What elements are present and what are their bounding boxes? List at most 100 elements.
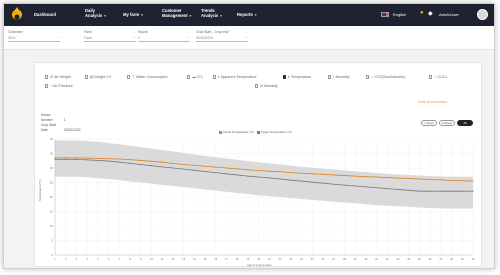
x-tick-label: 21	[268, 257, 271, 261]
bulb-icon: ♁	[433, 75, 437, 79]
param-co2-l[interactable]: ♁CO2 L	[429, 75, 448, 80]
checkbox[interactable]	[429, 75, 433, 79]
nav-customer-management[interactable]: Customer Management ▾	[162, 8, 191, 19]
range-button-all[interactable]: All	[457, 120, 473, 126]
data-point-actual	[247, 169, 249, 171]
param-weight-cv[interactable]: ▤Weight CV	[85, 75, 111, 80]
param-mortality[interactable]: ☠Mortality	[255, 84, 278, 89]
data-point-target	[204, 170, 206, 173]
data-point-actual	[311, 173, 313, 175]
nav-reports[interactable]: Reports ▾	[237, 12, 257, 18]
checkbox[interactable]	[45, 84, 49, 88]
param-air-pressure[interactable]: ◔Air Pressure	[45, 84, 73, 89]
x-tick-label: 9	[140, 257, 142, 261]
param-water-consumption[interactable]: ⊤Water Consumption	[127, 75, 168, 80]
param-label: Water Consumption	[136, 75, 168, 79]
checkbox[interactable]	[328, 75, 332, 79]
data-point-target	[172, 167, 174, 169]
param-label: Air Pressure	[52, 84, 73, 88]
avatar[interactable]	[477, 9, 488, 20]
data-point-target	[440, 190, 442, 192]
checkbox-checked[interactable]	[283, 75, 287, 79]
param-co2-scurbolevels[interactable]: ♁CO2(Scurbolevels)	[366, 75, 405, 80]
y-tick-label: 35	[50, 152, 54, 156]
data-point-actual	[140, 159, 142, 162]
farm-filter[interactable]: Farm Farm	[84, 30, 136, 42]
data-point-target	[75, 158, 78, 160]
crop-date-filter[interactable]: Crop Start - Crop end 02/02/2023	[196, 30, 248, 42]
nav-trends-analysis[interactable]: Trends Analysis ▾	[201, 8, 223, 19]
x-tick-label: 13	[182, 257, 185, 261]
show-all-parameters-link[interactable]: Show all parameters	[418, 100, 447, 104]
x-tick-label: 3	[76, 257, 78, 261]
checkbox[interactable]	[127, 75, 131, 79]
param-humidity[interactable]: ◊Humidity	[328, 75, 350, 80]
target-range-band	[55, 140, 473, 209]
x-tick-label: 38	[450, 257, 453, 261]
range-button-1-week[interactable]: 1 Week	[421, 120, 437, 126]
data-point-target	[429, 190, 431, 192]
param-apparent-temperature[interactable]: ǂApparent Temperature	[213, 75, 257, 80]
data-point-actual	[386, 176, 388, 179]
data-point-actual	[343, 174, 345, 177]
bell-icon[interactable]: ●	[420, 10, 424, 16]
x-tick-label: 12	[171, 257, 174, 261]
param-air-weight[interactable]: ⚖Air Weight	[45, 75, 71, 80]
data-point-target	[300, 180, 303, 182]
data-point-actual	[118, 158, 120, 160]
checkbox[interactable]	[213, 75, 217, 79]
language-selector[interactable]: English	[393, 12, 406, 17]
temperature-chart[interactable]: 05101520253035401 2 3 4 5 6 7 8 9 10 11 12 13 14 15 16 1…	[35, 127, 483, 267]
checkbox[interactable]	[366, 75, 370, 79]
checkbox[interactable]	[187, 75, 191, 79]
x-tick-label: 25	[311, 257, 314, 261]
data-point-actual	[258, 170, 260, 172]
house-select[interactable]: 1	[138, 34, 190, 42]
data-point-target	[215, 172, 217, 174]
data-point-target	[161, 166, 163, 168]
x-tick-label: 35	[418, 257, 421, 261]
nav-daily-analysis-label: Daily Analysis	[85, 8, 103, 18]
data-point-target	[472, 190, 474, 192]
location-pin-icon[interactable]: ◆	[428, 10, 433, 17]
data-point-actual	[408, 177, 410, 180]
checkbox[interactable]	[45, 75, 49, 79]
data-point-actual	[397, 177, 399, 179]
param-label: Mortality	[264, 84, 278, 88]
checkbox[interactable]	[255, 84, 259, 88]
data-point-target	[279, 178, 281, 180]
farm-select[interactable]: Farm	[84, 34, 136, 42]
data-point-actual	[365, 176, 367, 178]
range-button-2-weeks[interactable]: 2 Weeks	[439, 120, 455, 126]
thermo-icon: ǂ	[287, 75, 290, 79]
crop-date-select[interactable]: 02/02/2023	[196, 34, 248, 42]
user-name[interactable]: AdminUser	[439, 12, 459, 17]
data-point-target	[354, 185, 356, 187]
customer-select[interactable]: ISFA	[8, 34, 60, 42]
x-tick-label: 34	[407, 257, 410, 261]
data-point-actual	[472, 180, 474, 182]
x-tick-label: 32	[386, 257, 389, 261]
customer-filter[interactable]: Customer ISFA	[8, 30, 60, 42]
data-point-actual	[204, 165, 206, 167]
nav-daily-analysis[interactable]: Daily Analysis ▾	[85, 8, 107, 19]
data-point-target	[375, 187, 378, 189]
nav-dashboard[interactable]: Dashboard	[34, 12, 56, 17]
data-point-target	[65, 158, 67, 160]
x-tick-label: 30	[364, 257, 367, 261]
data-point-actual	[86, 157, 88, 159]
param-temperature[interactable]: ǂTemperature	[283, 75, 311, 80]
house-number-label: House Number	[41, 113, 53, 122]
house-filter[interactable]: House 1	[138, 30, 190, 42]
brand-logo-icon[interactable]	[11, 7, 23, 23]
param-label: Apparent Temperature	[220, 75, 257, 79]
us-flag-icon[interactable]	[381, 12, 389, 17]
chevron-down-icon: ▾	[254, 13, 257, 17]
param-label: Weight CV	[94, 75, 112, 79]
x-tick-label: 1	[54, 257, 56, 261]
chevron-down-icon: ▾	[104, 14, 106, 18]
param-co2[interactable]: ☁CO₂	[187, 75, 203, 80]
nav-my-farm[interactable]: My farm ▾	[123, 12, 143, 18]
data-point-actual	[65, 157, 67, 159]
checkbox[interactable]	[85, 75, 89, 79]
